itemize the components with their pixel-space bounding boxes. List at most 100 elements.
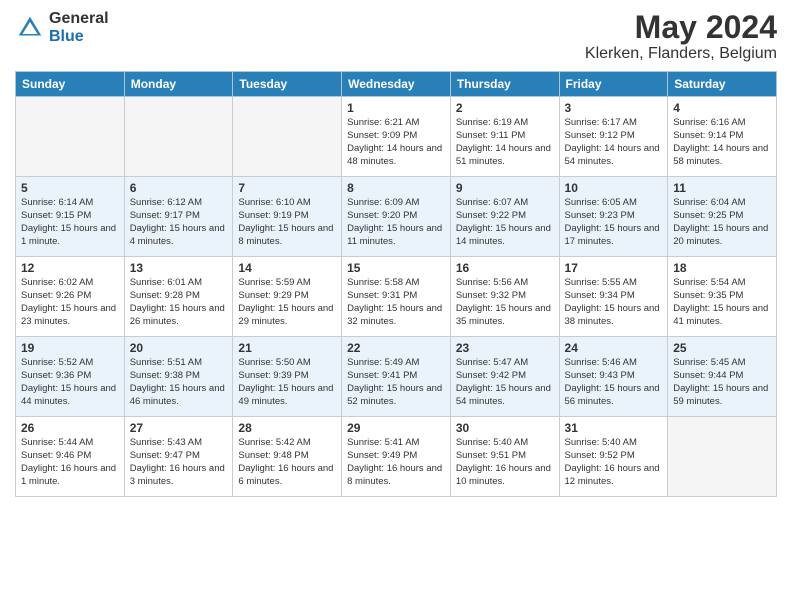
day-number: 18 [673,261,771,275]
th-sunday: Sunday [16,72,125,97]
sunset-text: Sunset: 9:31 PM [347,290,445,303]
calendar-cell: 27Sunrise: 5:43 AMSunset: 9:47 PMDayligh… [124,417,233,497]
sunrise-text: Sunrise: 6:01 AM [130,277,228,290]
day-number: 19 [21,341,119,355]
day-number: 2 [456,101,554,115]
daylight-text: Daylight: 15 hours and 8 minutes. [238,223,336,249]
sunset-text: Sunset: 9:23 PM [565,210,663,223]
sunrise-text: Sunrise: 6:14 AM [21,197,119,210]
sunset-text: Sunset: 9:15 PM [21,210,119,223]
logo-text: General Blue [49,10,109,45]
calendar-cell: 24Sunrise: 5:46 AMSunset: 9:43 PMDayligh… [559,337,668,417]
logo: General Blue [15,10,109,45]
sunset-text: Sunset: 9:39 PM [238,370,336,383]
calendar-cell: 20Sunrise: 5:51 AMSunset: 9:38 PMDayligh… [124,337,233,417]
sunrise-text: Sunrise: 5:54 AM [673,277,771,290]
sunset-text: Sunset: 9:43 PM [565,370,663,383]
day-number: 14 [238,261,336,275]
daylight-text: Daylight: 15 hours and 38 minutes. [565,303,663,329]
calendar-cell: 12Sunrise: 6:02 AMSunset: 9:26 PMDayligh… [16,257,125,337]
daylight-text: Daylight: 15 hours and 26 minutes. [130,303,228,329]
sunset-text: Sunset: 9:51 PM [456,450,554,463]
day-number: 17 [565,261,663,275]
daylight-text: Daylight: 15 hours and 23 minutes. [21,303,119,329]
day-number: 1 [347,101,445,115]
day-number: 8 [347,181,445,195]
calendar-cell: 3Sunrise: 6:17 AMSunset: 9:12 PMDaylight… [559,97,668,177]
calendar-page: General Blue May 2024 Klerken, Flanders,… [0,0,792,612]
daylight-text: Daylight: 15 hours and 29 minutes. [238,303,336,329]
th-saturday: Saturday [668,72,777,97]
sunset-text: Sunset: 9:29 PM [238,290,336,303]
daylight-text: Daylight: 15 hours and 44 minutes. [21,383,119,409]
sunset-text: Sunset: 9:32 PM [456,290,554,303]
calendar-cell [668,417,777,497]
calendar-cell [124,97,233,177]
sunrise-text: Sunrise: 6:12 AM [130,197,228,210]
sunset-text: Sunset: 9:12 PM [565,130,663,143]
logo-blue: Blue [49,28,109,46]
calendar-cell: 9Sunrise: 6:07 AMSunset: 9:22 PMDaylight… [450,177,559,257]
sunrise-text: Sunrise: 5:47 AM [456,357,554,370]
calendar-cell: 5 Sunrise: 6:14 AMSunset: 9:15 PMDaylight… [16,177,125,257]
calendar-table: Sunday Monday Tuesday Wednesday Thursday… [15,71,777,497]
sunset-text: Sunset: 9:36 PM [21,370,119,383]
daylight-text: Daylight: 15 hours and 4 minutes. [130,223,228,249]
sunrise-text: Sunrise: 5:44 AM [21,437,119,450]
day-number: 4 [673,101,771,115]
day-number: 5 [21,181,119,195]
day-number: 28 [238,421,336,435]
sunset-text: Sunset: 9:17 PM [130,210,228,223]
day-number: 7 [238,181,336,195]
day-number: 15 [347,261,445,275]
th-friday: Friday [559,72,668,97]
sunset-text: Sunset: 9:14 PM [673,130,771,143]
day-number: 16 [456,261,554,275]
sunrise-text: Sunrise: 5:59 AM [238,277,336,290]
calendar-cell: 28Sunrise: 5:42 AMSunset: 9:48 PMDayligh… [233,417,342,497]
day-number: 13 [130,261,228,275]
sunset-text: Sunset: 9:42 PM [456,370,554,383]
day-number: 12 [21,261,119,275]
sunrise-text: Sunrise: 6:07 AM [456,197,554,210]
sunset-text: Sunset: 9:52 PM [565,450,663,463]
header-row: Sunday Monday Tuesday Wednesday Thursday… [16,72,777,97]
sunrise-text: Sunrise: 5:46 AM [565,357,663,370]
sunrise-text: Sunrise: 5:45 AM [673,357,771,370]
calendar-cell: 25Sunrise: 5:45 AMSunset: 9:44 PMDayligh… [668,337,777,417]
calendar-cell: 17Sunrise: 5:55 AMSunset: 9:34 PMDayligh… [559,257,668,337]
sunset-text: Sunset: 9:09 PM [347,130,445,143]
sunrise-text: Sunrise: 6:21 AM [347,117,445,130]
sunset-text: Sunset: 9:11 PM [456,130,554,143]
daylight-text: Daylight: 14 hours and 54 minutes. [565,143,663,169]
sunset-text: Sunset: 9:34 PM [565,290,663,303]
calendar-cell: 13Sunrise: 6:01 AMSunset: 9:28 PMDayligh… [124,257,233,337]
sunrise-text: Sunrise: 5:49 AM [347,357,445,370]
daylight-text: Daylight: 16 hours and 3 minutes. [130,463,228,489]
sunrise-text: Sunrise: 6:05 AM [565,197,663,210]
day-number: 6 [130,181,228,195]
daylight-text: Daylight: 16 hours and 10 minutes. [456,463,554,489]
week-row-4: 26Sunrise: 5:44 AMSunset: 9:46 PMDayligh… [16,417,777,497]
sunrise-text: Sunrise: 5:50 AM [238,357,336,370]
sunrise-text: Sunrise: 5:40 AM [456,437,554,450]
week-row-3: 19Sunrise: 5:52 AMSunset: 9:36 PMDayligh… [16,337,777,417]
daylight-text: Daylight: 14 hours and 51 minutes. [456,143,554,169]
calendar-cell: 29Sunrise: 5:41 AMSunset: 9:49 PMDayligh… [342,417,451,497]
daylight-text: Daylight: 16 hours and 12 minutes. [565,463,663,489]
sunset-text: Sunset: 9:26 PM [21,290,119,303]
sunrise-text: Sunrise: 5:56 AM [456,277,554,290]
day-number: 11 [673,181,771,195]
sunset-text: Sunset: 9:49 PM [347,450,445,463]
daylight-text: Daylight: 15 hours and 1 minute. [21,223,119,249]
sunset-text: Sunset: 9:46 PM [21,450,119,463]
daylight-text: Daylight: 15 hours and 54 minutes. [456,383,554,409]
day-number: 23 [456,341,554,355]
header: General Blue May 2024 Klerken, Flanders,… [15,10,777,63]
calendar-cell: 10Sunrise: 6:05 AMSunset: 9:23 PMDayligh… [559,177,668,257]
daylight-text: Daylight: 15 hours and 32 minutes. [347,303,445,329]
calendar-cell: 14 Sunrise: 5:59 AMSunset: 9:29 PMDayligh… [233,257,342,337]
calendar-cell: 21Sunrise: 5:50 AMSunset: 9:39 PMDayligh… [233,337,342,417]
day-number: 25 [673,341,771,355]
calendar-cell: 8Sunrise: 6:09 AMSunset: 9:20 PMDaylight… [342,177,451,257]
